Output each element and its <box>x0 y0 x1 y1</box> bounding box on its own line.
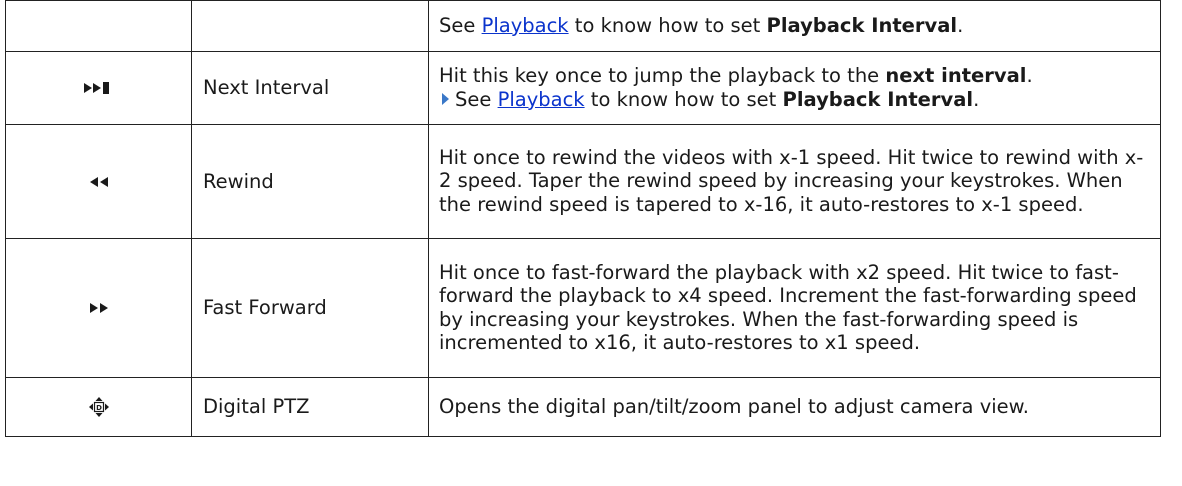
key-name-rewind: Rewind <box>191 124 429 239</box>
table-row: See Playback to know how to set Playback… <box>5 0 1161 52</box>
see-text: See <box>455 87 492 111</box>
description-cell: See Playback to know how to set Playback… <box>428 0 1161 52</box>
fast-forward-icon <box>5 238 192 378</box>
description-cell: Hit once to rewind the videos with x-1 s… <box>428 124 1161 239</box>
see-text: See <box>439 13 476 37</box>
description-cell: Opens the digital pan/tilt/zoom panel to… <box>428 377 1161 437</box>
key-function-table: See Playback to know how to set Playback… <box>5 0 1161 437</box>
key-name-digital-ptz: Digital PTZ <box>191 377 429 437</box>
bullet-arrow-icon <box>442 92 449 105</box>
period-text: . <box>1026 64 1033 87</box>
period-text: . <box>973 87 980 111</box>
key-name-next-interval: Next Interval <box>191 51 429 125</box>
table-row: Rewind Hit once to rewind the videos wit… <box>5 124 1161 239</box>
digital-ptz-icon: D <box>5 377 192 437</box>
next-interval-icon <box>5 51 192 125</box>
description-text: to know how to set <box>590 87 777 111</box>
playback-interval-bold: Playback Interval <box>766 13 958 37</box>
playback-link[interactable]: Playback <box>482 14 569 37</box>
table-row: Next Interval Hit this key once to jump … <box>5 51 1161 125</box>
description-text: Hit this key once to jump the playback t… <box>439 64 880 87</box>
table-row: Fast Forward Hit once to fast-forward th… <box>5 238 1161 378</box>
rewind-icon <box>5 124 192 239</box>
description-cell: Hit once to fast-forward the playback wi… <box>428 238 1161 378</box>
icon-cell-empty <box>5 0 192 52</box>
key-name-cell-empty <box>191 0 429 52</box>
playback-interval-bold: Playback Interval <box>782 87 974 111</box>
description-cell: Hit this key once to jump the playback t… <box>428 51 1161 125</box>
key-name-fast-forward: Fast Forward <box>191 238 429 378</box>
table-row: D Digital PTZ Opens the digital pan/tilt… <box>5 377 1161 437</box>
period-text: . <box>957 13 964 37</box>
next-interval-bold: next interval <box>885 64 1027 87</box>
playback-link[interactable]: Playback <box>498 88 585 111</box>
description-text: to know how to set <box>574 13 761 37</box>
svg-text:D: D <box>96 404 102 412</box>
